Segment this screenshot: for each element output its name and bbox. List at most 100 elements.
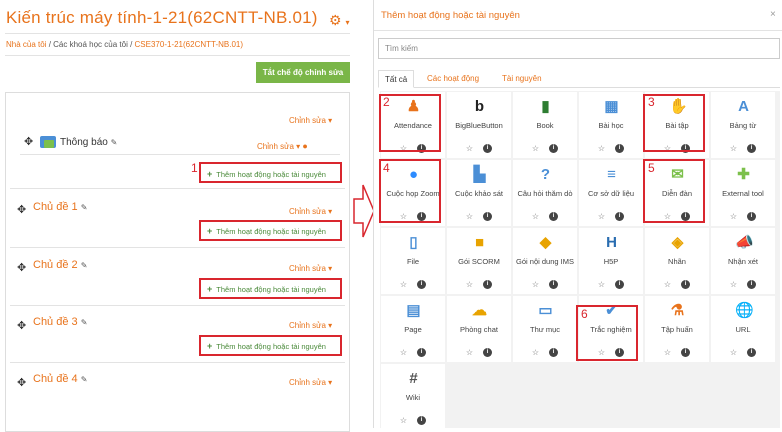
search-input[interactable]: Tìm kiếm [378, 38, 780, 59]
toggle-edit-mode-button[interactable]: Tắt chế độ chỉnh sửa [256, 62, 350, 83]
section-edit-menu[interactable]: Chỉnh sửa ▾ [289, 116, 332, 125]
chevron-down-icon: ▾ [328, 264, 333, 273]
activity-tile[interactable]: 📣 Nhận xét ☆ i [711, 228, 775, 294]
activity-tile[interactable]: A Bảng từ ☆ i [711, 92, 775, 158]
pencil-icon: ✎ [110, 138, 118, 147]
activity-tile[interactable]: ▮ Book ☆ i [513, 92, 577, 158]
breadcrumb-my-courses[interactable]: Các khoá học của tôi [53, 40, 128, 49]
chat-icon: ☁ [472, 302, 487, 319]
activity-tile[interactable]: ⚗ Tập huấn ☆ i [645, 296, 709, 362]
star-icon[interactable]: ☆ [598, 280, 605, 289]
activity-label: Nhận xét [727, 257, 759, 266]
star-icon[interactable]: ☆ [466, 144, 473, 153]
move-icon[interactable]: ✥ [17, 319, 26, 332]
star-icon[interactable]: ☆ [466, 348, 473, 357]
info-icon[interactable]: i [747, 280, 757, 289]
star-icon[interactable]: ☆ [400, 348, 407, 357]
info-icon[interactable]: i [483, 280, 493, 289]
section-title[interactable]: Chủ đề 3 ✎ [33, 316, 87, 328]
folder-icon: ▭ [538, 302, 553, 319]
section-title[interactable]: Chủ đề 2 ✎ [33, 259, 87, 271]
info-icon[interactable]: i [417, 280, 427, 289]
annotation-number: 3 [648, 95, 655, 109]
star-icon[interactable]: ☆ [730, 280, 737, 289]
pencil-icon: ✎ [80, 375, 88, 384]
activity-tile[interactable]: ▤ Page ☆ i [381, 296, 445, 362]
bigbluebutton-icon: b [474, 98, 485, 115]
info-icon[interactable]: i [417, 348, 427, 357]
activity-tile[interactable]: ? Câu hỏi thăm dò ☆ i [513, 160, 577, 226]
info-icon[interactable]: i [549, 348, 559, 357]
move-icon[interactable]: ✥ [17, 376, 26, 389]
star-icon[interactable]: ☆ [598, 144, 605, 153]
star-icon[interactable]: ☆ [532, 144, 539, 153]
section-edit-menu[interactable]: Chỉnh sửa ▾ [289, 207, 332, 216]
move-icon[interactable]: ✥ [17, 203, 26, 216]
activity-label: Nhãn [668, 257, 686, 266]
info-icon[interactable]: i [615, 212, 625, 221]
star-icon[interactable]: ☆ [730, 144, 737, 153]
star-icon[interactable]: ☆ [532, 348, 539, 357]
section-title[interactable]: Chủ đề 4 ✎ [33, 373, 87, 385]
activity-tile[interactable]: ◈ Nhãn ☆ i [645, 228, 709, 294]
star-icon[interactable]: ☆ [532, 280, 539, 289]
activity-tile[interactable]: b BigBlueButton ☆ i [447, 92, 511, 158]
move-icon[interactable]: ✥ [24, 135, 33, 148]
activity-label: URL [735, 325, 751, 334]
activity-edit-menu[interactable]: Chỉnh sửa ▾ ● [257, 141, 308, 151]
breadcrumb-course[interactable]: CSE370-1-21(62CNTT-NB.01) [135, 40, 243, 49]
info-icon[interactable]: i [747, 144, 757, 153]
tab-all[interactable]: Tất cả [378, 70, 415, 88]
tab-activities[interactable]: Các hoạt động [421, 70, 485, 88]
star-icon[interactable]: ☆ [400, 280, 407, 289]
activity-tile[interactable]: ◆ Gói nội dung IMS ☆ i [513, 228, 577, 294]
activity-tile[interactable]: ▯ File ☆ i [381, 228, 445, 294]
activity-tile[interactable]: ▙ Cuộc khảo sát ☆ i [447, 160, 511, 226]
close-icon[interactable]: × [770, 9, 776, 20]
settings-menu[interactable]: ⚙ ▾ [329, 12, 349, 29]
section-title[interactable]: Chủ đề 1 ✎ [33, 201, 87, 213]
star-icon[interactable]: ☆ [466, 212, 473, 221]
info-icon[interactable]: i [483, 348, 493, 357]
section-edit-menu[interactable]: Chỉnh sửa ▾ [289, 321, 332, 330]
star-icon[interactable]: ☆ [664, 280, 671, 289]
breadcrumb-home[interactable]: Nhà của tôi [6, 40, 46, 49]
section-edit-menu[interactable]: Chỉnh sửa ▾ [289, 264, 332, 273]
highlight-box [199, 220, 342, 241]
info-icon[interactable]: i [483, 144, 493, 153]
section-edit-menu[interactable]: Chỉnh sửa ▾ [289, 378, 332, 387]
activity-tile[interactable]: H H5P ☆ i [579, 228, 643, 294]
annotation-number: 4 [383, 161, 390, 175]
h5p-icon: H [606, 234, 617, 251]
info-icon[interactable]: i [417, 416, 427, 425]
info-icon[interactable]: i [681, 348, 691, 357]
activity-tile[interactable]: ≡ Cơ sở dữ liệu ☆ i [579, 160, 643, 226]
scorm-icon: ■ [474, 234, 485, 251]
activity-tile[interactable]: ✚ External tool ☆ i [711, 160, 775, 226]
activity-tile[interactable]: ■ Gói SCORM ☆ i [447, 228, 511, 294]
info-icon[interactable]: i [747, 348, 757, 357]
info-icon[interactable]: i [615, 144, 625, 153]
activity-tile[interactable]: ☁ Phòng chat ☆ i [447, 296, 511, 362]
info-icon[interactable]: i [549, 144, 559, 153]
news-forum-link[interactable]: Thông báo ✎ [60, 137, 117, 148]
info-icon[interactable]: i [549, 212, 559, 221]
info-icon[interactable]: i [549, 280, 559, 289]
move-icon[interactable]: ✥ [17, 261, 26, 274]
info-icon[interactable]: i [747, 212, 757, 221]
tab-resources[interactable]: Tài nguyên [496, 70, 548, 88]
info-icon[interactable]: i [681, 280, 691, 289]
activity-tile[interactable]: 🌐 URL ☆ i [711, 296, 775, 362]
info-icon[interactable]: i [483, 212, 493, 221]
star-icon[interactable]: ☆ [466, 280, 473, 289]
star-icon[interactable]: ☆ [730, 348, 737, 357]
star-icon[interactable]: ☆ [400, 416, 407, 425]
info-icon[interactable]: i [615, 280, 625, 289]
star-icon[interactable]: ☆ [664, 348, 671, 357]
activity-tile[interactable]: # Wiki ☆ i [381, 364, 445, 430]
star-icon[interactable]: ☆ [598, 212, 605, 221]
activity-tile[interactable]: ▦ Bài học ☆ i [579, 92, 643, 158]
star-icon[interactable]: ☆ [730, 212, 737, 221]
star-icon[interactable]: ☆ [532, 212, 539, 221]
activity-tile[interactable]: ▭ Thư mục ☆ i [513, 296, 577, 362]
